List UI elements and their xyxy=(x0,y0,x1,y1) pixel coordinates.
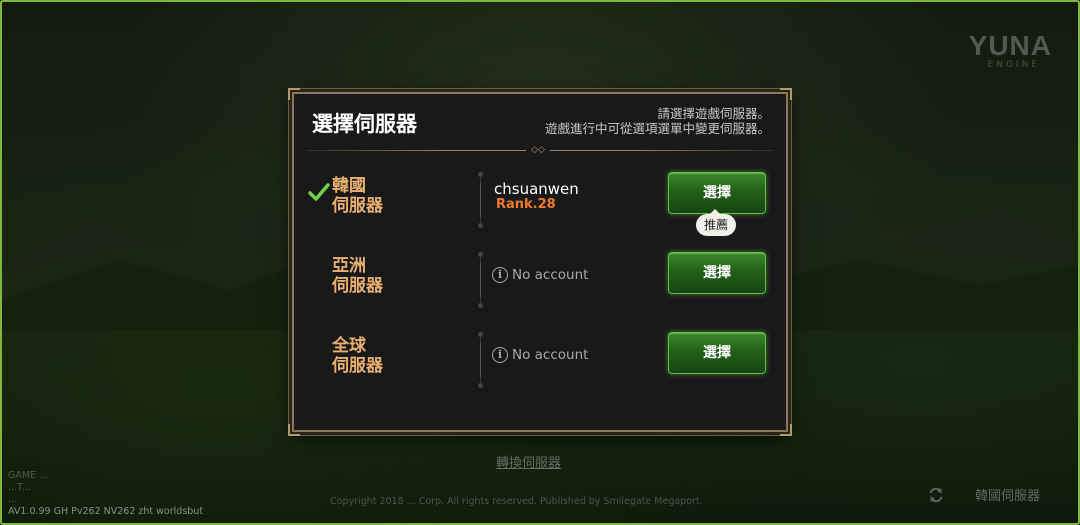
no-account-label: No account xyxy=(512,347,589,363)
current-server-label: 韓國伺服器 xyxy=(974,489,1040,504)
server-name-line: 韓國 xyxy=(332,176,366,196)
server-row-asia: 亞洲 伺服器 i No account 選擇 xyxy=(294,242,786,322)
column-separator xyxy=(478,332,483,388)
dialog-description: 請選擇遊戲伺服器。 遊戲進行中可從選項選單中變更伺服器。 xyxy=(545,106,770,136)
dialog-corner-ornament xyxy=(288,88,300,100)
info-icon: i xyxy=(492,267,508,283)
recommended-badge: 推薦 xyxy=(696,209,737,236)
info-icon: i xyxy=(492,347,508,363)
game-logo: YUNA xyxy=(968,30,1052,61)
dialog-corner-ornament xyxy=(780,424,792,436)
divider-ornament: ◇◇ xyxy=(526,145,550,155)
server-name-line: 伺服器 xyxy=(332,356,383,376)
no-account-label: No account xyxy=(512,267,589,283)
checkmark-icon xyxy=(308,183,330,201)
build-info-line: GAME ... xyxy=(8,470,49,481)
server-name-line: 伺服器 xyxy=(332,276,383,296)
dialog-title: 選擇伺服器 xyxy=(312,112,417,136)
account-name: chsuanwen xyxy=(494,180,579,198)
refresh-icon xyxy=(929,487,943,502)
server-name-line: 全球 xyxy=(332,336,366,356)
server-row-korea: 韓國 伺服器 chsuanwen Rank.28 選擇 推薦 xyxy=(294,162,786,242)
select-server-button[interactable]: 選擇 xyxy=(668,172,766,214)
server-name: 亞洲 伺服器 xyxy=(332,256,383,296)
server-name: 韓國 伺服器 xyxy=(332,176,383,216)
server-name-line: 亞洲 xyxy=(332,256,366,276)
select-server-button[interactable]: 選擇 xyxy=(668,332,766,374)
dialog-corner-ornament xyxy=(780,88,792,100)
game-logo-subtitle: ENGINE xyxy=(987,60,1040,70)
dialog-description-line: 請選擇遊戲伺服器。 xyxy=(657,106,770,121)
server-name: 全球 伺服器 xyxy=(332,336,383,376)
server-select-dialog: 選擇伺服器 請選擇遊戲伺服器。 遊戲進行中可從選項選單中變更伺服器。 ◇◇ 韓國… xyxy=(288,88,792,436)
select-server-button[interactable]: 選擇 xyxy=(668,252,766,294)
dialog-description-line: 遊戲進行中可從選項選單中變更伺服器。 xyxy=(544,121,770,136)
no-account-status: i No account xyxy=(492,347,588,363)
change-server-link: 轉換伺服器 xyxy=(496,456,562,471)
build-info-line: ...T... xyxy=(8,482,31,493)
build-version-line: AV1.0.99 GH Pv262 NV262 zht worldsbut xyxy=(8,506,204,517)
no-account-status: i No account xyxy=(492,267,588,283)
current-server-indicator: 韓國伺服器 xyxy=(927,485,1040,504)
server-row-global: 全球 伺服器 i No account 選擇 xyxy=(294,322,786,402)
server-name-line: 伺服器 xyxy=(332,196,383,216)
column-separator xyxy=(478,172,483,228)
copyright-text: Copyright 2018 ... Corp. All rights rese… xyxy=(330,496,703,507)
build-info: GAME ... ...T... ... AV1.0.99 GH Pv262 N… xyxy=(8,470,203,518)
build-info-line: ... xyxy=(8,494,18,505)
column-separator xyxy=(478,252,483,308)
dialog-corner-ornament xyxy=(288,424,300,436)
account-rank: Rank.28 xyxy=(496,197,556,212)
